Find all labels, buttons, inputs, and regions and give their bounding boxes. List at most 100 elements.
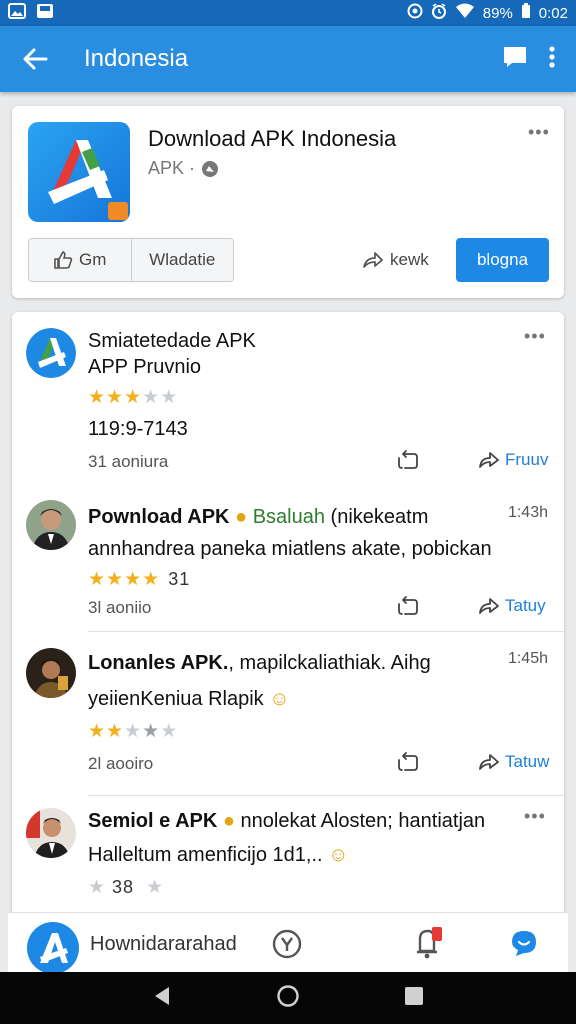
star-icon: ★ <box>160 721 179 742</box>
post-time: 1:45h <box>507 650 548 667</box>
star-rating: ★ 38 ★ <box>88 876 164 899</box>
share-label: kewk <box>390 250 429 269</box>
nav-yandex-button[interactable] <box>272 929 302 964</box>
card-more-button[interactable]: ••• <box>528 122 550 143</box>
clock-time: 0:02 <box>538 4 568 22</box>
feed-post[interactable]: Pownload APK ● Bsaluah (nikekeatm 1:43h … <box>12 484 564 632</box>
like-label: Gm <box>79 250 107 269</box>
post-body: Halleltum amenficijo 1d1,.. ☺ <box>88 844 349 867</box>
triangle-back-icon <box>155 986 169 1005</box>
post-title-rest: (nikekeatm <box>330 506 429 528</box>
app-info-card: Download APK Indonesia APK · ••• Gm Wlad… <box>12 106 564 298</box>
star-icon: ★ <box>88 877 107 898</box>
app-logo-icon <box>27 922 79 974</box>
star-icon: ★ <box>142 569 161 590</box>
rating-count: 38 <box>112 877 135 897</box>
bottom-nav-label: Hownidararahad <box>90 933 237 955</box>
app-subtitle: APK · <box>148 158 219 179</box>
post-share-button[interactable]: Tatuy <box>478 596 546 616</box>
system-navigation-bar <box>0 972 576 1024</box>
battery-icon <box>521 3 531 23</box>
user-avatar <box>26 648 76 698</box>
user-avatar <box>26 500 76 550</box>
system-home-button[interactable] <box>276 984 300 1013</box>
star-rating: ★ ★ ★ ★ ★ <box>88 386 178 409</box>
post-meta: 2l aooiro <box>88 754 154 773</box>
post-body: yeiienKeniua Rlapik ☺ <box>88 688 290 711</box>
arrow-left-icon <box>23 48 48 70</box>
user-avatar <box>26 808 76 858</box>
post-meta: 31 aoniura <box>88 452 169 471</box>
clock-icon <box>431 3 447 23</box>
chat-button[interactable] <box>502 45 528 74</box>
star-icon: ★ <box>88 569 107 590</box>
action-button-group: Gm Wladatie <box>28 238 234 282</box>
app-name: Download APK Indonesia <box>148 126 397 151</box>
post-title-rest: nnolekat Alosten; hantiatjan <box>240 810 486 832</box>
gallery-notification-icon <box>8 3 26 23</box>
circle-home-icon <box>277 984 299 1007</box>
star-icon: ★ <box>142 721 161 742</box>
app-bar: Indonesia <box>0 26 576 92</box>
post-body: annhandrea paneka miatlens akate, pobick… <box>88 538 492 560</box>
notifications-button[interactable] <box>414 925 444 966</box>
star-icon: ★ <box>124 387 143 408</box>
post-tag: Bsaluah <box>252 506 325 528</box>
overflow-menu-button[interactable] <box>548 45 556 74</box>
share-label: Tatuy <box>505 596 546 615</box>
rating-count: 31 <box>168 569 191 589</box>
share-label: Tatuw <box>505 752 550 771</box>
post-title-rest: , mapilckaliathiak. Aihg <box>228 652 431 674</box>
feed-card: Smiatetedade APK APP Pruvnio ••• ★ ★ ★ ★ ★ 1… <box>12 312 564 912</box>
post-title: Smiatetedade APK <box>88 330 256 352</box>
square-recents-icon <box>405 986 423 1005</box>
messages-button[interactable] <box>510 929 538 962</box>
star-rating: ★ ★ ★ ★ 31 <box>88 568 190 591</box>
post-body-text: Halleltum amenficijo 1d1,.. <box>88 844 323 866</box>
repost-button[interactable] <box>396 450 420 475</box>
star-icon: ★ <box>106 387 125 408</box>
back-button[interactable] <box>0 26 70 92</box>
primary-action-button[interactable]: blogna <box>456 238 549 282</box>
bottom-navigation: Hownidararahad <box>8 912 568 974</box>
app-avatar <box>26 328 76 378</box>
post-more-button[interactable]: ••• <box>524 326 546 347</box>
chat-bubble-icon <box>512 931 536 956</box>
notification-bell-icon <box>417 927 442 959</box>
update-label: Wladatie <box>149 250 216 269</box>
post-time: 1:43h <box>507 504 548 521</box>
system-recents-button[interactable] <box>404 986 424 1011</box>
app-category: APK · <box>148 158 196 178</box>
star-icon: ★ <box>88 387 107 408</box>
page-title: Indonesia <box>84 45 189 72</box>
feed-post[interactable]: Lonanles APK., mapilckaliathiak. Aihg 1:… <box>12 632 564 796</box>
gold-badge-icon: ● <box>222 810 235 832</box>
star-icon: ★ <box>160 387 179 408</box>
share-label: Fruuv <box>505 450 549 469</box>
chat-icon <box>504 46 526 67</box>
more-vertical-icon <box>549 45 555 68</box>
repost-button[interactable] <box>396 596 420 621</box>
star-icon: ★ <box>124 569 143 590</box>
update-button[interactable]: Wladatie <box>130 239 234 281</box>
emoji-icon: ☺ <box>328 844 349 866</box>
post-share-button[interactable]: Fruuv <box>478 450 548 470</box>
star-icon: ★ <box>142 387 161 408</box>
post-title: Semiol e APK ● nnolekat Alosten; hantiat… <box>88 810 485 833</box>
system-back-button[interactable] <box>152 985 172 1012</box>
feed-post[interactable]: Semiol e APK ● nnolekat Alosten; hantiat… <box>12 796 564 912</box>
star-icon: ★ <box>106 721 125 742</box>
repost-icon <box>398 752 418 771</box>
feed-post[interactable]: Smiatetedade APK APP Pruvnio ••• ★ ★ ★ ★ ★ 1… <box>12 312 564 484</box>
post-share-button[interactable]: Tatuw <box>478 752 549 772</box>
post-more-button[interactable]: ••• <box>524 806 546 827</box>
alarm-icon <box>407 3 423 23</box>
star-icon: ★ <box>124 721 143 742</box>
share-button[interactable]: kewk <box>362 238 429 282</box>
post-app-name: Lonanles APK. <box>88 652 229 674</box>
like-button[interactable]: Gm <box>29 239 131 281</box>
post-title: Pownload APK ● Bsaluah (nikekeatm <box>88 506 428 529</box>
star-icon: ★ <box>88 721 107 742</box>
thumbs-up-icon <box>54 251 73 269</box>
repost-button[interactable] <box>396 752 420 777</box>
